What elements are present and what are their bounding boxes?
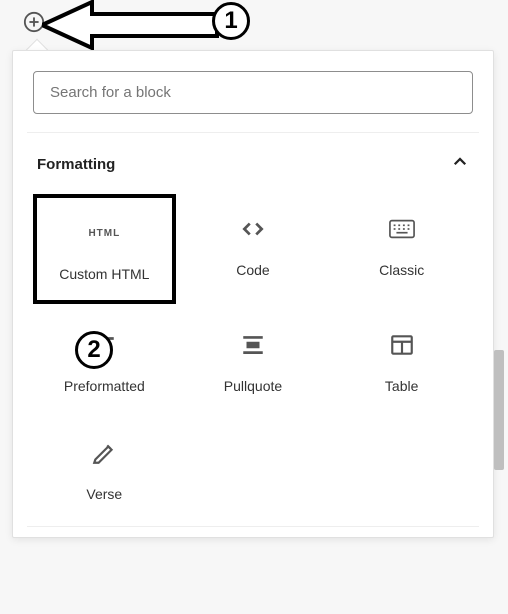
block-preformatted[interactable]: Preformatted bbox=[33, 310, 176, 412]
block-inserter-popover: Formatting HTML Custom HTML Code bbox=[12, 50, 494, 538]
add-block-button[interactable] bbox=[22, 10, 46, 34]
block-label: Classic bbox=[379, 262, 424, 278]
preformatted-icon bbox=[91, 330, 117, 360]
section-header-formatting[interactable]: Formatting bbox=[33, 147, 473, 194]
block-table[interactable]: Table bbox=[330, 310, 473, 412]
block-custom-html[interactable]: HTML Custom HTML bbox=[33, 194, 176, 304]
block-label: Preformatted bbox=[64, 378, 145, 394]
plus-circle-icon bbox=[23, 11, 45, 33]
chevron-up-icon bbox=[451, 153, 469, 176]
scroll-thumb[interactable] bbox=[494, 350, 504, 470]
scrollbar[interactable] bbox=[494, 160, 504, 604]
divider bbox=[27, 132, 479, 133]
pullquote-icon bbox=[240, 330, 266, 360]
block-classic[interactable]: Classic bbox=[330, 194, 473, 304]
html-icon: HTML bbox=[88, 218, 120, 248]
block-pullquote[interactable]: Pullquote bbox=[182, 310, 325, 412]
block-label: Code bbox=[236, 262, 269, 278]
section-title: Formatting bbox=[37, 156, 115, 173]
annotation-marker-1: 1 bbox=[212, 2, 250, 40]
block-label: Table bbox=[385, 378, 418, 394]
block-verse[interactable]: Verse bbox=[33, 418, 176, 520]
table-icon bbox=[389, 330, 415, 360]
annotation-arrow bbox=[42, 0, 237, 52]
code-icon bbox=[240, 214, 266, 244]
block-label: Pullquote bbox=[224, 378, 282, 394]
block-label: Verse bbox=[86, 486, 122, 502]
block-code[interactable]: Code bbox=[182, 194, 325, 304]
verse-icon bbox=[91, 438, 117, 468]
block-label: Custom HTML bbox=[59, 266, 149, 282]
divider bbox=[27, 526, 479, 527]
classic-icon bbox=[389, 214, 415, 244]
search-input[interactable] bbox=[33, 71, 473, 114]
